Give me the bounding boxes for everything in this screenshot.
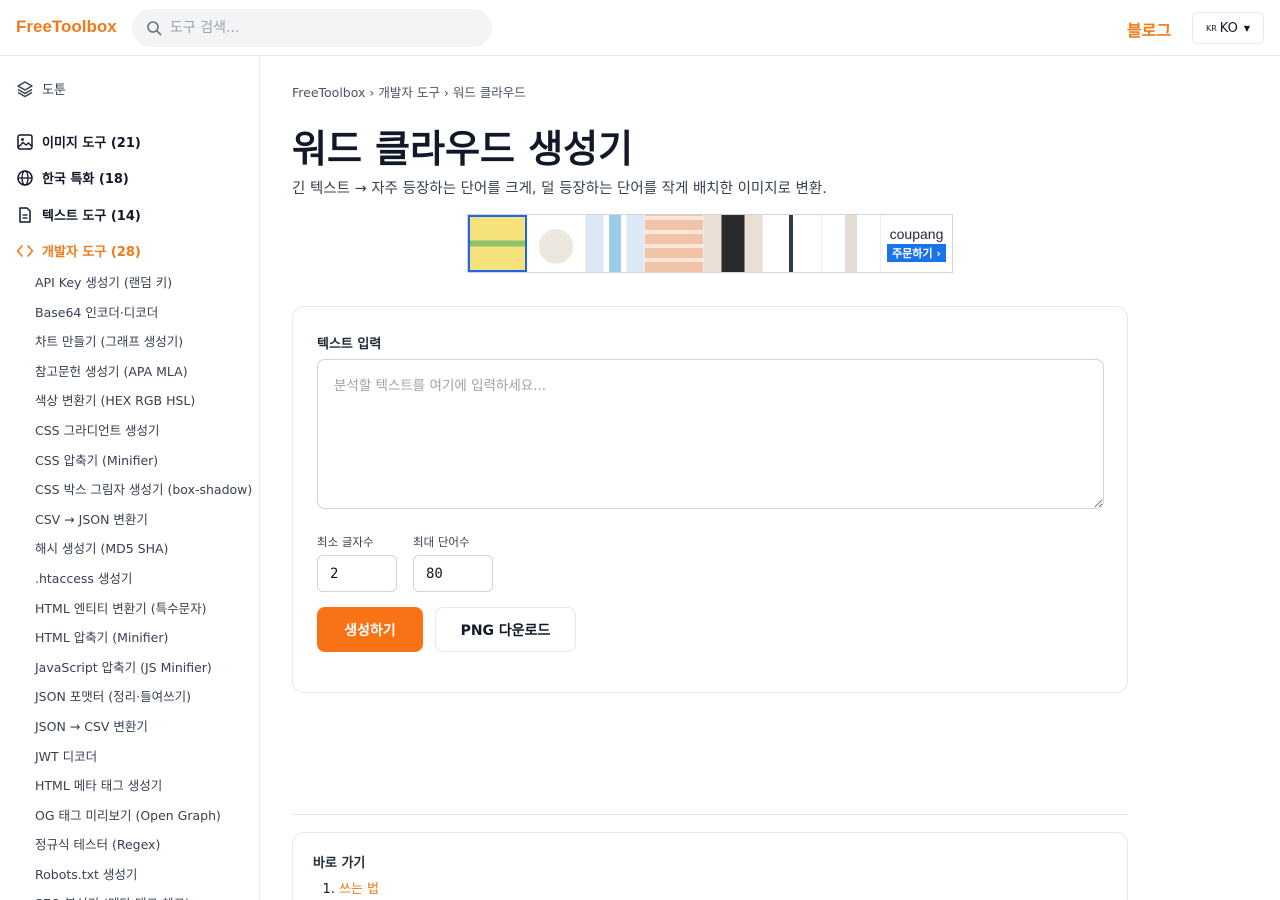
document-icon bbox=[16, 206, 34, 224]
sidebar-tool-item[interactable]: CSS 박스 그림자 생성기 (box-shadow) bbox=[35, 475, 252, 505]
caret-down-icon: ▼ bbox=[1243, 23, 1250, 33]
flag-kr-icon: KR bbox=[1205, 23, 1217, 33]
coupang-logo: coupang bbox=[889, 225, 944, 242]
sidebar-category-label: 개발자 도구 (28) bbox=[42, 245, 141, 260]
breadcrumb-category[interactable]: 개발자 도구 bbox=[378, 85, 439, 100]
site-logo[interactable]: FreeToolbox bbox=[16, 17, 117, 37]
png-download-button[interactable]: PNG 다운로드 bbox=[435, 607, 576, 652]
sidebar-tool-item[interactable]: .htaccess 생성기 bbox=[35, 564, 252, 594]
layers-icon bbox=[16, 80, 34, 98]
ad-product-image[interactable] bbox=[527, 215, 586, 272]
sidebar-item-label: 도툰 bbox=[42, 83, 66, 98]
sidebar-tool-item[interactable]: JavaScript 압축기 (JS Minifier) bbox=[35, 653, 252, 683]
ad-product-image[interactable] bbox=[822, 215, 881, 272]
sidebar-tool-item[interactable]: HTML 메타 태그 생성기 bbox=[35, 771, 252, 801]
section-divider bbox=[292, 814, 1128, 815]
sidebar-tool-item[interactable]: HTML 압축기 (Minifier) bbox=[35, 623, 252, 653]
image-icon bbox=[16, 133, 34, 151]
sidebar-category-korea[interactable]: 한국 특화 (18) bbox=[16, 168, 129, 187]
sidebar-category-developer[interactable]: 개발자 도구 (28) bbox=[16, 241, 141, 260]
text-input-label: 텍스트 입력 bbox=[317, 337, 382, 352]
sidebar-tool-item[interactable]: JSON → CSV 변환기 bbox=[35, 712, 252, 742]
breadcrumb-separator: › bbox=[369, 85, 375, 100]
ad-product-image[interactable] bbox=[704, 215, 763, 272]
max-words-label: 최대 단어수 bbox=[413, 535, 470, 549]
search-bar[interactable] bbox=[132, 9, 492, 47]
search-icon bbox=[147, 21, 162, 36]
table-of-contents: 바로 가기 쓰는 법 bbox=[292, 832, 1128, 900]
breadcrumb: FreeToolbox › 개발자 도구 › 워드 클라우드 bbox=[292, 82, 526, 101]
sidebar-tool-item[interactable]: 해시 생성기 (MD5 SHA) bbox=[35, 534, 252, 564]
globe-icon bbox=[16, 169, 34, 187]
min-chars-input[interactable] bbox=[317, 555, 397, 592]
ad-order-button[interactable]: 주문하기 › bbox=[887, 243, 946, 262]
sidebar-tool-item[interactable]: 정규식 테스터 (Regex) bbox=[35, 830, 252, 860]
text-input-area[interactable] bbox=[317, 359, 1104, 509]
word-cloud-form-card: 텍스트 입력 최소 글자수 최대 단어수 생성하기 PNG 다운로드 bbox=[292, 306, 1128, 693]
sidebar-category-label: 이미지 도구 (21) bbox=[42, 136, 141, 151]
sidebar-tool-item[interactable]: OG 태그 미리보기 (Open Graph) bbox=[35, 801, 252, 831]
ad-product-image[interactable] bbox=[468, 215, 527, 272]
sidebar-category-label: 한국 특화 (18) bbox=[42, 172, 129, 187]
breadcrumb-current: 워드 클라우드 bbox=[452, 85, 526, 100]
sidebar-tool-item[interactable]: SEO 분석기 (메타 태그 체크) bbox=[35, 889, 252, 900]
sidebar-tool-item[interactable]: API Key 생성기 (랜덤 키) bbox=[35, 268, 252, 298]
max-words-input[interactable] bbox=[413, 555, 493, 592]
page-title: 워드 클라우드 생성기 bbox=[292, 127, 634, 171]
min-chars-label: 최소 글자수 bbox=[317, 535, 374, 549]
language-label: KO bbox=[1219, 20, 1238, 36]
top-header: FreeToolbox 블로그 KR KO ▼ bbox=[0, 0, 1280, 56]
sidebar-tool-item[interactable]: JSON 포맷터 (정리·들여쓰기) bbox=[35, 682, 252, 712]
ad-product-image[interactable] bbox=[586, 215, 645, 272]
dev-tools-list: API Key 생성기 (랜덤 키) Base64 인코더·디코더 차트 만들기… bbox=[35, 268, 252, 900]
toc-item: 쓰는 법 bbox=[339, 878, 379, 897]
sidebar-tool-item[interactable]: Base64 인코더·디코더 bbox=[35, 298, 252, 328]
sidebar-item-home[interactable]: 도툰 bbox=[16, 79, 66, 98]
coupang-ad-cta[interactable]: coupang 주문하기 › bbox=[881, 215, 952, 272]
generate-button[interactable]: 생성하기 bbox=[317, 607, 423, 652]
sidebar-tool-item[interactable]: Robots.txt 생성기 bbox=[35, 860, 252, 890]
sidebar-tool-item[interactable]: CSS 압축기 (Minifier) bbox=[35, 446, 252, 476]
toc-link[interactable]: 쓰는 법 bbox=[339, 882, 379, 897]
sidebar-tool-item[interactable]: 색상 변환기 (HEX RGB HSL) bbox=[35, 386, 252, 416]
sidebar-category-text[interactable]: 텍스트 도구 (14) bbox=[16, 205, 141, 224]
sidebar-tool-item[interactable]: 참고문헌 생성기 (APA MLA) bbox=[35, 357, 252, 387]
page-description: 긴 텍스트 → 자주 등장하는 단어를 크게, 덜 등장하는 단어를 작게 배치… bbox=[292, 181, 827, 197]
sidebar-category-label: 텍스트 도구 (14) bbox=[42, 209, 141, 224]
ad-product-image[interactable] bbox=[763, 215, 822, 272]
search-input[interactable] bbox=[170, 20, 470, 36]
language-selector[interactable]: KR KO ▼ bbox=[1192, 12, 1264, 44]
sidebar-category-image[interactable]: 이미지 도구 (21) bbox=[16, 132, 141, 151]
toc-title: 바로 가기 bbox=[313, 856, 366, 871]
blog-link[interactable]: 블로그 bbox=[1127, 17, 1171, 41]
sidebar-tool-item[interactable]: HTML 엔티티 변환기 (특수문자) bbox=[35, 594, 252, 624]
sidebar: 도툰 이미지 도구 (21) 한국 특화 (18) 텍스트 도구 (14) 개발… bbox=[0, 56, 260, 900]
breadcrumb-root[interactable]: FreeToolbox bbox=[292, 85, 365, 100]
code-icon bbox=[16, 242, 34, 260]
sidebar-tool-item[interactable]: CSV → JSON 변환기 bbox=[35, 505, 252, 535]
sidebar-tool-item[interactable]: JWT 디코더 bbox=[35, 742, 252, 772]
breadcrumb-separator: › bbox=[443, 85, 449, 100]
ad-product-image[interactable] bbox=[645, 215, 704, 272]
sidebar-tool-item[interactable]: CSS 그라디언트 생성기 bbox=[35, 416, 252, 446]
sidebar-tool-item[interactable]: 차트 만들기 (그래프 생성기) bbox=[35, 327, 252, 357]
coupang-ad-banner[interactable]: coupang 주문하기 › bbox=[467, 214, 953, 273]
toc-list: 쓰는 법 bbox=[339, 878, 379, 897]
